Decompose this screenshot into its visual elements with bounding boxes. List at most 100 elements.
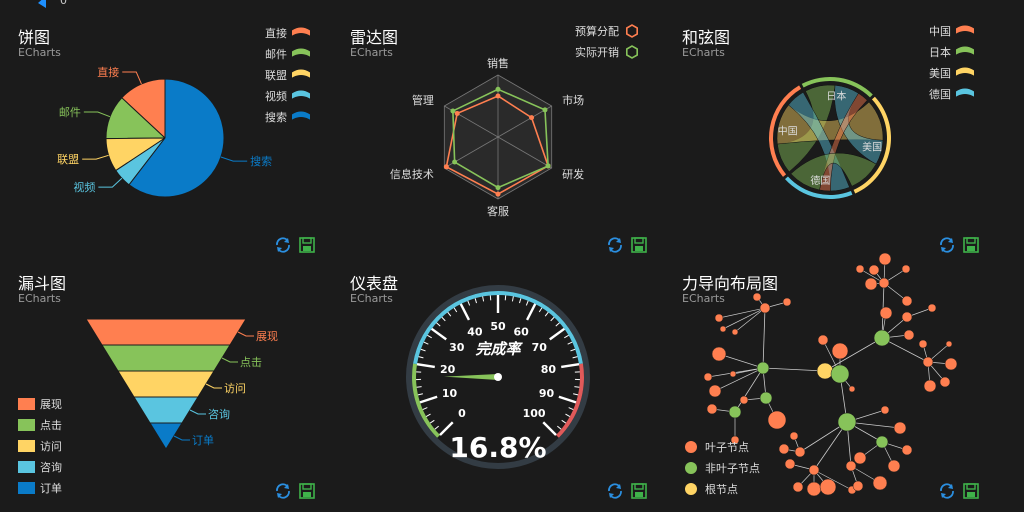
gauge-tick <box>482 296 485 302</box>
legend-label: 实际开销 <box>575 45 619 59</box>
legend-label: 德国 <box>929 87 951 101</box>
gauge-tick <box>467 300 471 306</box>
legend-marker <box>956 25 974 34</box>
force-node <box>845 460 857 472</box>
gauge-tick <box>561 362 580 369</box>
radar-panel: 雷达图 ECharts 销售 市场 研发 客服 信息技术 管理 预算分配 实际开销 <box>332 0 664 253</box>
radar-point <box>495 185 501 191</box>
gauge-tick <box>565 413 571 417</box>
refresh-icon[interactable] <box>608 483 622 499</box>
legend-marker <box>18 461 35 473</box>
funnel-stage <box>133 396 199 424</box>
save-label <box>303 492 311 497</box>
force-leaf-node <box>852 480 864 492</box>
funnel-stage <box>101 344 231 372</box>
legend-label: 预算分配 <box>575 24 619 38</box>
force-leaf-node <box>831 342 849 360</box>
gauge-tick <box>416 362 435 369</box>
gauge-tick <box>573 393 579 396</box>
force-leaf-node <box>880 405 890 415</box>
radar-point <box>495 191 501 197</box>
gauge-tick-label: 50 <box>490 320 506 333</box>
save-icon[interactable] <box>299 483 315 499</box>
legend-label: 视频 <box>265 89 287 103</box>
radar-indicator-label: 管理 <box>412 93 434 107</box>
force-node <box>728 405 742 419</box>
save-label <box>967 492 975 497</box>
gauge-tick <box>572 356 578 359</box>
gauge-tick <box>430 327 447 341</box>
force-leaf-node <box>792 481 804 493</box>
funnel-stage <box>85 318 247 346</box>
legend-label: 中国 <box>929 25 951 38</box>
force-node <box>808 464 820 476</box>
save-icon[interactable] <box>631 483 647 499</box>
legend-marker <box>685 441 697 453</box>
gauge-tick <box>549 327 566 341</box>
force-leaf-node <box>752 292 762 302</box>
pie-label: 联盟 <box>57 153 79 166</box>
legend-label: 展现 <box>40 398 62 411</box>
gauge-tick <box>511 296 514 302</box>
force-node <box>901 311 913 323</box>
radar-point <box>443 164 449 170</box>
gauge-tick <box>418 356 424 359</box>
legend-marker <box>18 440 35 452</box>
chord-node-label: 美国 <box>862 141 882 154</box>
gauge-tick-label: 70 <box>532 341 548 354</box>
force-leaf-node <box>927 303 937 313</box>
refresh-icon[interactable] <box>276 483 290 499</box>
legend-marker <box>685 462 697 474</box>
refresh-icon[interactable] <box>940 483 954 499</box>
gauge-tick <box>422 407 428 411</box>
gauge-chart: 010 20 3040 50 6070 80 90 100 完成率 16.8% <box>406 285 647 499</box>
legend-label: 咨询 <box>40 460 62 474</box>
legend-label: 根节点 <box>705 482 738 496</box>
legend-marker <box>626 24 638 38</box>
legend-label: 直接 <box>265 26 287 40</box>
force-node <box>875 435 889 449</box>
gauge-tick <box>574 386 580 388</box>
force-leaf-node <box>944 357 958 371</box>
gauge-tick <box>474 298 477 304</box>
force-leaf-node <box>703 372 713 382</box>
radar-point <box>495 86 501 92</box>
gauge-tick <box>434 425 439 430</box>
gauge-tick-label: 100 <box>523 407 546 420</box>
gauge-panel: 仪表盘 ECharts 0 10 20 30 40 50 60 70 80 90 100 完成率 16.… <box>332 246 664 499</box>
legend-marker <box>292 48 310 57</box>
gauge-tick <box>419 395 438 404</box>
chord-node-label: 德国 <box>810 174 830 187</box>
gauge-tick <box>423 341 429 345</box>
pie-label: 视频 <box>73 180 95 194</box>
gauge-tick <box>427 334 432 339</box>
gauge-tick <box>447 311 452 317</box>
force-leaf-node <box>784 458 796 470</box>
funnel-label-line <box>237 331 254 337</box>
funnel-label: 点击 <box>240 356 262 369</box>
force-leaf-node <box>731 328 739 336</box>
legend-marker <box>292 69 310 78</box>
legend-marker <box>18 398 35 410</box>
pie-label-line <box>122 71 142 85</box>
force-node <box>873 329 891 347</box>
force-node <box>837 412 857 432</box>
gauge-tick <box>570 348 576 352</box>
save-icon[interactable] <box>963 483 979 499</box>
gauge-tick <box>550 316 555 322</box>
legend-label: 搜索 <box>265 110 287 124</box>
force-leaf-node <box>887 459 901 473</box>
legend-marker <box>18 419 35 431</box>
gauge-tick-label: 20 <box>440 363 456 376</box>
force-leaf-node <box>714 313 724 323</box>
force-chart: 叶子节点非叶子节点根节点 <box>685 252 979 499</box>
force-leaf-node <box>864 277 878 291</box>
force-leaf-node <box>903 329 915 341</box>
force-leaf-node <box>901 264 911 274</box>
funnel-label-line <box>205 383 222 389</box>
pie-panel: 饼图 ECharts 直接 邮件 联盟 视频 搜索 直接 邮件 联盟 视频 搜索 <box>0 0 332 253</box>
force-node <box>759 302 771 314</box>
pie-label-line <box>220 156 248 162</box>
legend-marker <box>956 46 974 55</box>
funnel-panel: 漏斗图 ECharts 展现 展现 点击 点击 访问 访问 咨询 咨询 订单 订单 <box>0 246 332 499</box>
